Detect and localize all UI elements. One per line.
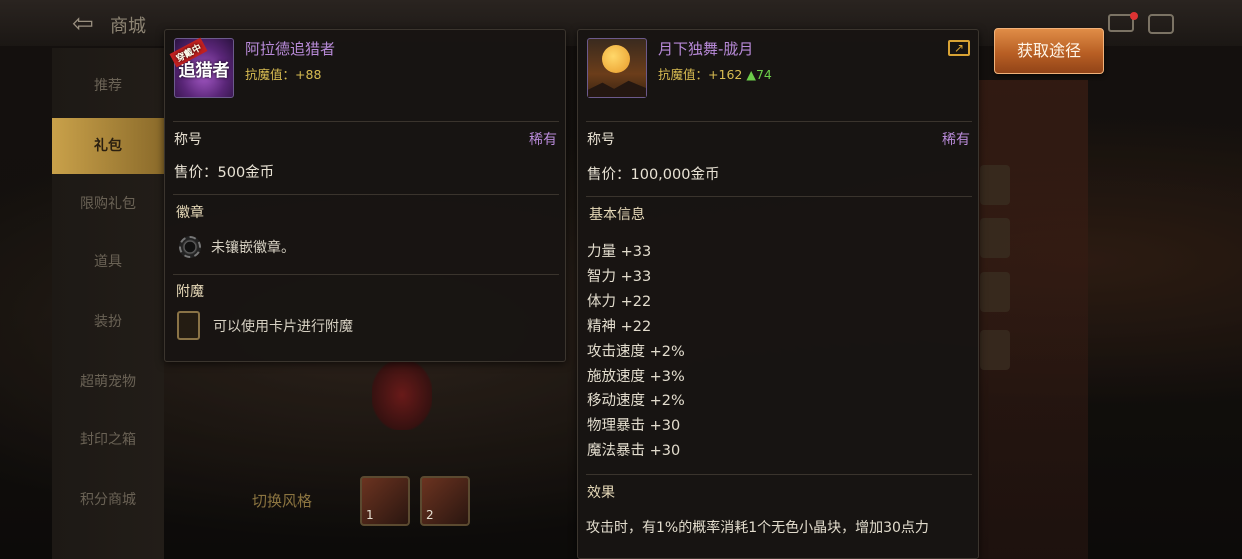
character-figure <box>372 360 432 430</box>
card-number: 1 <box>366 508 374 522</box>
style-card[interactable]: 1 <box>360 476 410 526</box>
sidebar-item-pets[interactable]: 超萌宠物 <box>52 354 164 410</box>
divider <box>586 474 972 475</box>
acquire-route-button[interactable]: 获取途径 <box>994 28 1104 74</box>
divider <box>586 196 972 197</box>
item-type: 称号 <box>587 132 615 148</box>
effect-description: 攻击时，有1%的概率消耗1个无色小晶块，增加30点力 <box>586 520 929 536</box>
enchant-heading: 附魔 <box>176 284 204 300</box>
resist-label: 抗魔值： <box>245 67 296 82</box>
basic-info-heading: 基本信息 <box>589 207 645 223</box>
magic-resist: 抗魔值：+162 ▲74 <box>658 64 772 83</box>
item-type: 称号 <box>174 132 202 148</box>
item-slot[interactable] <box>980 218 1010 258</box>
resist-label: 抗魔值： <box>658 67 709 82</box>
empty-badge-icon <box>179 236 201 258</box>
notification-dot <box>1130 12 1138 20</box>
item-name: 阿拉德追猎者 <box>245 40 336 58</box>
stat-row: 力量 +33 <box>587 244 652 260</box>
shop-sidebar: 推荐 礼包 限购礼包 道具 装扮 超萌宠物 封印之箱 积分商城 <box>52 48 164 559</box>
stat-row: 移动速度 +2% <box>587 393 685 409</box>
badge-heading: 徽章 <box>176 205 204 221</box>
resist-value: +88 <box>295 67 322 82</box>
card-slot-icon <box>177 311 200 340</box>
sidebar-item-items[interactable]: 道具 <box>52 234 164 290</box>
title-item-icon: 穿戴中 追猎者 <box>169 37 234 98</box>
item-name: 月下独舞-胧月 <box>658 40 754 58</box>
magic-resist: 抗魔值：+88 <box>245 64 321 83</box>
card-number: 2 <box>426 508 434 522</box>
equipped-title-tooltip: 穿戴中 追猎者 阿拉德追猎者 抗魔值：+88 称号 稀有 售价：500金币 徽章… <box>164 29 566 362</box>
stat-row: 魔法暴击 +30 <box>587 443 681 459</box>
resist-value: +162 <box>708 67 743 82</box>
mountain-icon <box>588 80 646 97</box>
divider <box>173 274 559 275</box>
enchant-hint: 可以使用卡片进行附魔 <box>213 319 353 335</box>
item-price: 售价：500金币 <box>174 165 275 181</box>
stat-row: 攻击速度 +2% <box>587 344 685 360</box>
item-slot[interactable] <box>980 272 1010 312</box>
sidebar-item-recommend[interactable]: 推荐 <box>52 58 164 114</box>
style-card[interactable]: 2 <box>420 476 470 526</box>
chat-icon[interactable] <box>1148 14 1174 34</box>
switch-style-button[interactable]: 切换风格 <box>252 490 312 511</box>
badge-status: 未镶嵌徽章。 <box>211 240 295 256</box>
moon-icon <box>602 45 630 73</box>
effect-heading: 效果 <box>587 485 615 501</box>
resist-increase: ▲74 <box>746 67 772 82</box>
compare-title-tooltip: 月下独舞-胧月 抗魔值：+162 ▲74 ↗ 称号 稀有 售价：100,000金… <box>577 29 979 559</box>
share-icon[interactable]: ↗ <box>948 40 970 56</box>
item-slot[interactable] <box>980 330 1010 370</box>
sidebar-item-gift[interactable]: 礼包 <box>52 118 164 174</box>
item-slot[interactable] <box>980 165 1010 205</box>
stat-row: 精神 +22 <box>587 319 652 335</box>
stat-row: 物理暴击 +30 <box>587 418 681 434</box>
divider <box>173 194 559 195</box>
item-rarity: 稀有 <box>529 132 557 148</box>
decor-pillar <box>978 80 1088 559</box>
shop-title: 商城 <box>110 16 146 37</box>
sidebar-item-limited-gift[interactable]: 限购礼包 <box>52 176 164 232</box>
stat-row: 智力 +33 <box>587 269 652 285</box>
item-rarity: 稀有 <box>942 132 970 148</box>
sidebar-item-sealed-box[interactable]: 封印之箱 <box>52 412 164 468</box>
sidebar-item-dress[interactable]: 装扮 <box>52 294 164 350</box>
stat-row: 体力 +22 <box>587 294 652 310</box>
divider <box>173 121 559 122</box>
divider <box>586 121 972 122</box>
title-item-icon <box>587 38 647 98</box>
item-price: 售价：100,000金币 <box>587 167 720 183</box>
back-arrow-icon[interactable]: ⇦ <box>72 10 102 38</box>
stat-row: 施放速度 +3% <box>587 369 685 385</box>
sidebar-item-points-shop[interactable]: 积分商城 <box>52 472 164 528</box>
